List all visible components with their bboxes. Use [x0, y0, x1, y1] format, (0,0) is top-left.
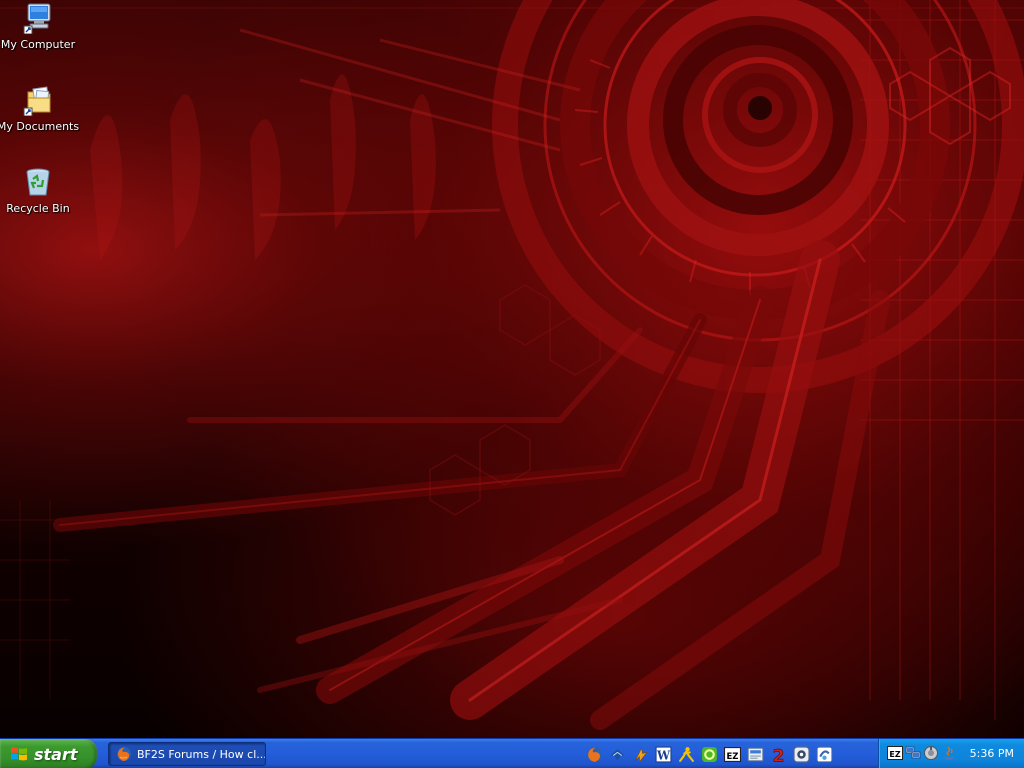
desktop-icon-label: My Computer: [0, 38, 76, 51]
system-tray: EZ 5:36 PM: [878, 739, 1024, 768]
clock[interactable]: 5:36 PM: [970, 747, 1014, 760]
windows-logo-icon: [11, 747, 27, 761]
desktop[interactable]: My Computer My Documents Recycle Bin: [0, 0, 1024, 738]
taskbar-window-label: BF2S Forums / How cl...: [137, 747, 265, 761]
thunderbird-icon[interactable]: [607, 744, 627, 764]
volume-icon[interactable]: [923, 745, 939, 761]
svg-text:W: W: [655, 748, 670, 762]
firefox-icon: [117, 747, 131, 761]
messenger-icon[interactable]: [814, 744, 834, 764]
desktop-icon-my-documents[interactable]: My Documents: [0, 84, 80, 133]
ez-tray-icon[interactable]: EZ: [887, 745, 903, 761]
desktop-icon-recycle-bin[interactable]: Recycle Bin: [0, 166, 76, 215]
desktop-icon-label: Recycle Bin: [6, 202, 70, 215]
battlefield2-icon[interactable]: 2: [768, 744, 788, 764]
firefox-icon[interactable]: [584, 744, 604, 764]
start-button[interactable]: start: [0, 739, 97, 768]
desktop-icon-my-computer[interactable]: My Computer: [0, 2, 76, 51]
network-icon[interactable]: [905, 745, 921, 761]
my-documents-icon: [22, 84, 54, 117]
picture-icon[interactable]: [745, 744, 765, 764]
aim-icon[interactable]: [676, 744, 696, 764]
quick-launch-toolbar: W EZ 2: [584, 743, 834, 765]
ez-icon[interactable]: EZ: [722, 744, 742, 764]
word-icon[interactable]: W: [653, 744, 673, 764]
gamespy-icon[interactable]: [791, 744, 811, 764]
svg-text:2: 2: [772, 746, 784, 763]
start-label: start: [34, 744, 78, 764]
java-icon[interactable]: [941, 745, 957, 761]
winamp-icon[interactable]: [630, 744, 650, 764]
recycle-bin-icon: [22, 166, 54, 198]
tray-icons: EZ: [887, 745, 957, 761]
wallpaper: [0, 0, 1024, 738]
desktop-icon-label: My Documents: [0, 120, 80, 133]
my-computer-icon: [22, 2, 54, 35]
svg-text:EZ: EZ: [889, 750, 900, 759]
taskbar-window-button[interactable]: BF2S Forums / How cl...: [108, 742, 266, 766]
svg-text:EZ: EZ: [726, 751, 738, 761]
green-app-icon[interactable]: [699, 744, 719, 764]
taskbar[interactable]: start BF2S Forums / How cl... W EZ 2 EZ …: [0, 738, 1024, 768]
